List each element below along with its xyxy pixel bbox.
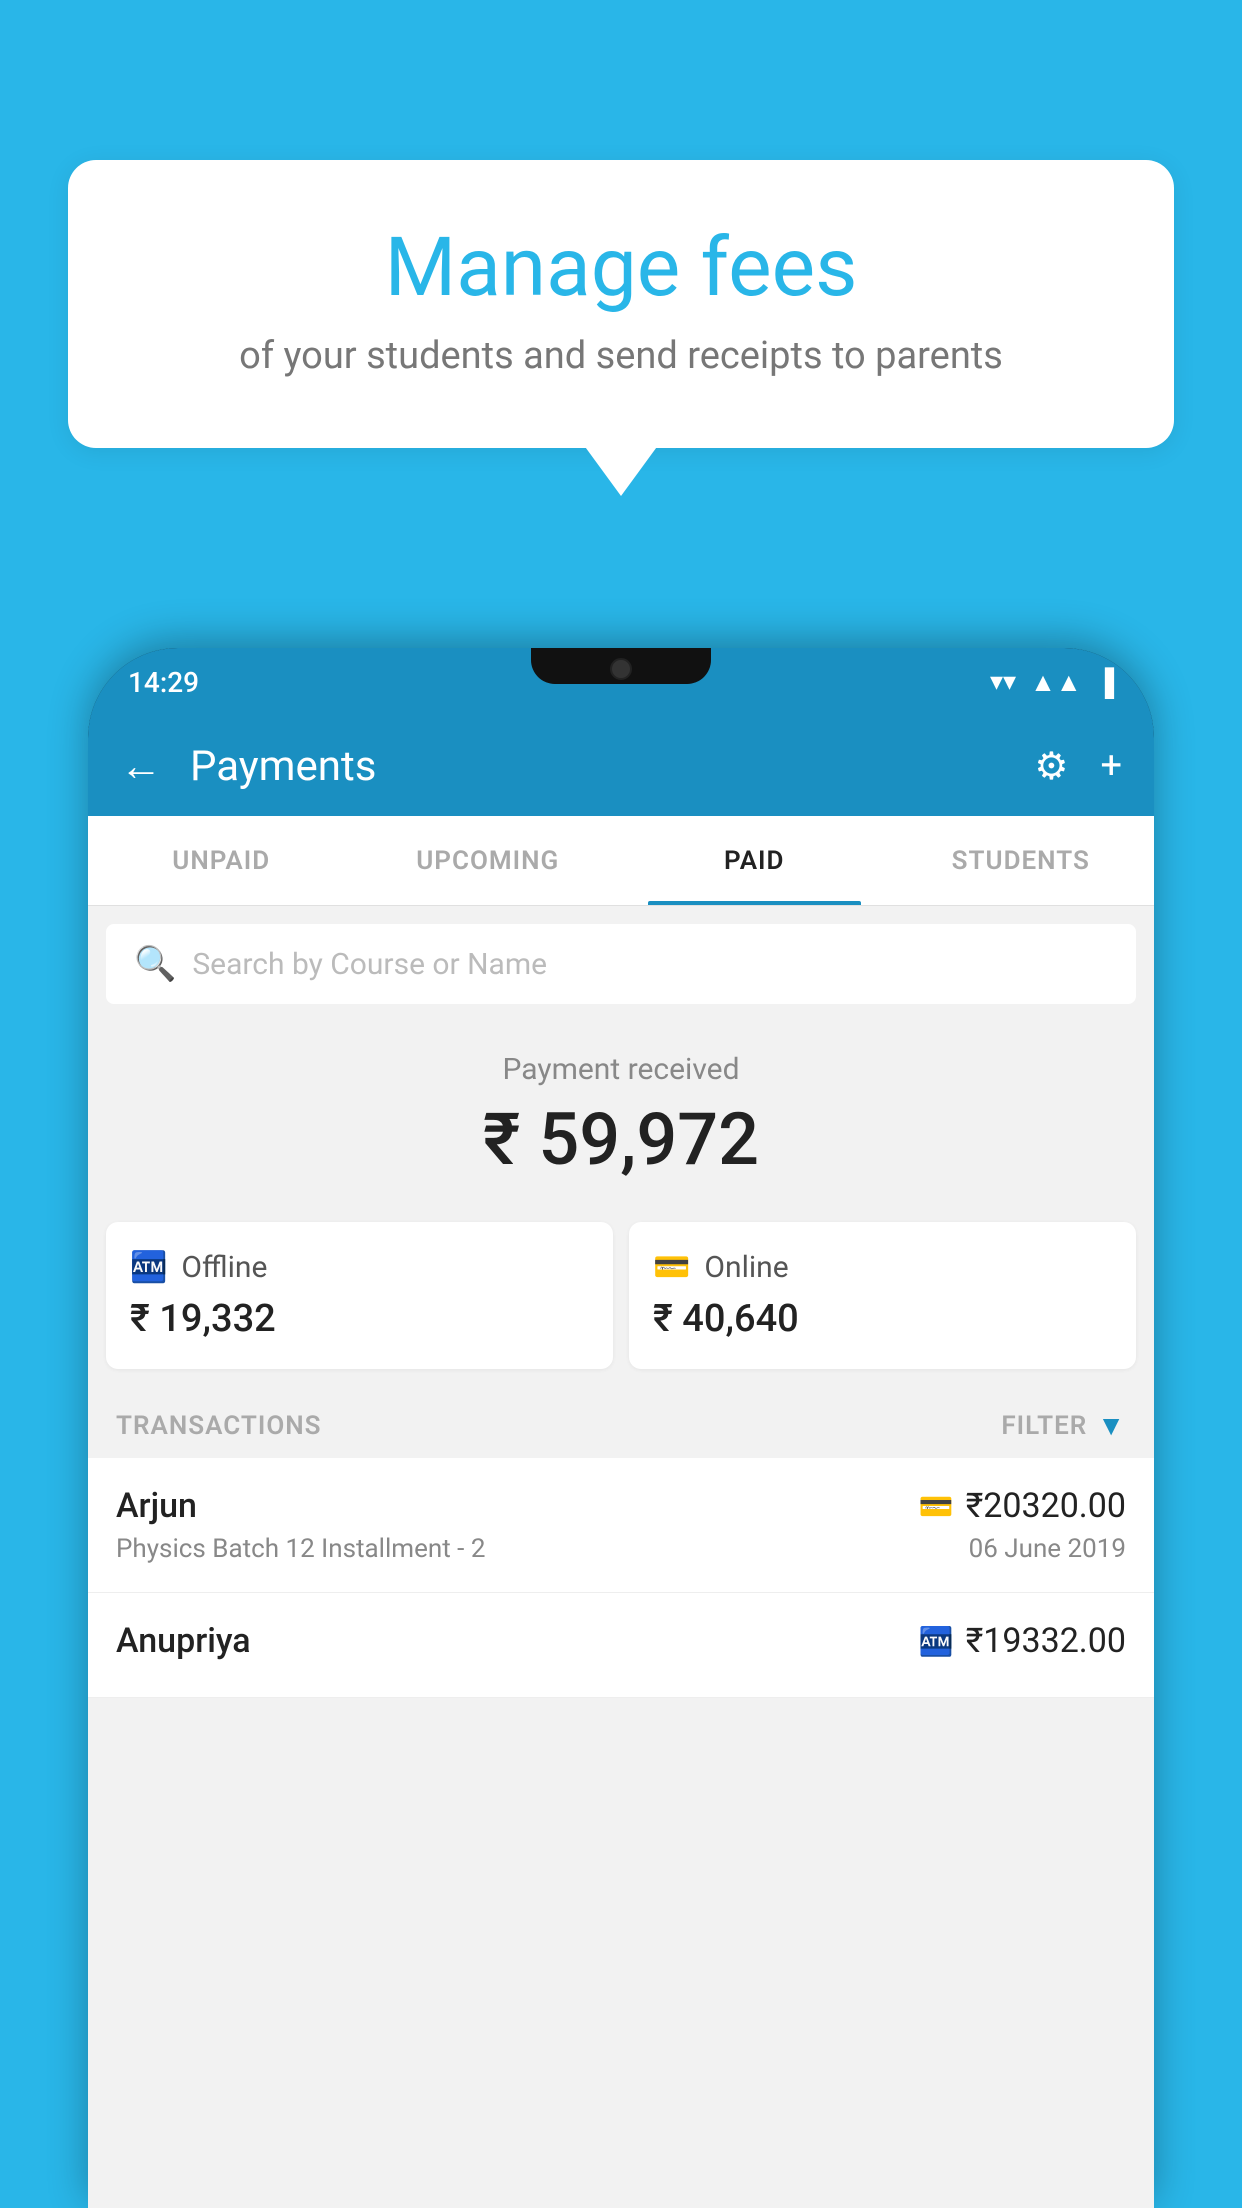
filter-label: FILTER: [1001, 1411, 1087, 1441]
camera: [610, 658, 632, 680]
transactions-label: TRANSACTIONS: [116, 1411, 322, 1441]
search-icon: 🔍: [134, 944, 176, 984]
payment-received-label: Payment received: [88, 1052, 1154, 1087]
filter-button[interactable]: FILTER ▼: [1001, 1409, 1126, 1442]
online-icon: 💳: [653, 1250, 690, 1285]
table-row[interactable]: Anupriya 🏧 ₹19332.00: [88, 1593, 1154, 1698]
online-card: 💳 Online ₹ 40,640: [629, 1222, 1136, 1369]
back-button[interactable]: ←: [120, 742, 162, 791]
transaction-amount-wrap: 🏧 ₹19332.00: [919, 1621, 1126, 1661]
battery-icon: ▐: [1096, 667, 1114, 698]
app-bar: ← Payments ⚙ +: [88, 716, 1154, 816]
signal-icon: ▲▲: [1030, 667, 1081, 698]
transaction-description: Physics Batch 12 Installment - 2: [116, 1534, 485, 1564]
status-icons: ▾▾ ▲▲ ▐: [990, 667, 1114, 698]
tab-unpaid[interactable]: UNPAID: [88, 816, 355, 905]
page-title: Payments: [190, 742, 1034, 791]
gear-icon[interactable]: ⚙: [1034, 744, 1068, 789]
tab-students[interactable]: STUDENTS: [888, 816, 1155, 905]
search-bar[interactable]: 🔍 Search by Course or Name: [106, 924, 1136, 1004]
offline-icon: 🏧: [130, 1250, 167, 1285]
payment-cards: 🏧 Offline ₹ 19,332 💳 Online ₹ 40,640: [88, 1222, 1154, 1393]
manage-fees-title: Manage fees: [118, 220, 1124, 316]
payment-received: Payment received ₹ 59,972: [88, 1022, 1154, 1206]
wifi-icon: ▾▾: [990, 667, 1016, 697]
table-row[interactable]: Arjun 💳 ₹20320.00 Physics Batch 12 Insta…: [88, 1458, 1154, 1593]
tabs: UNPAID UPCOMING PAID STUDENTS: [88, 816, 1154, 906]
app-bar-actions: ⚙ +: [1034, 744, 1122, 789]
transaction-amount: ₹20320.00: [966, 1486, 1126, 1526]
transaction-date: 06 June 2019: [969, 1534, 1126, 1564]
transaction-amount: ₹19332.00: [966, 1621, 1126, 1661]
manage-fees-subtitle: of your students and send receipts to pa…: [118, 334, 1124, 378]
transaction-name: Arjun: [116, 1486, 197, 1526]
credit-card-icon: 💳: [919, 1490, 954, 1523]
transaction-name: Anupriya: [116, 1621, 251, 1661]
add-icon[interactable]: +: [1100, 744, 1122, 788]
transactions-header: TRANSACTIONS FILTER ▼: [88, 1393, 1154, 1458]
total-payment-amount: ₹ 59,972: [88, 1097, 1154, 1182]
tab-paid[interactable]: PAID: [621, 816, 888, 905]
speech-bubble: Manage fees of your students and send re…: [68, 160, 1174, 448]
offline-amount: ₹ 19,332: [130, 1297, 589, 1341]
status-time: 14:29: [128, 666, 199, 699]
online-amount: ₹ 40,640: [653, 1297, 1112, 1341]
notch: [531, 648, 711, 684]
tab-upcoming[interactable]: UPCOMING: [355, 816, 622, 905]
transaction-amount-wrap: 💳 ₹20320.00: [919, 1486, 1126, 1526]
offline-label: Offline: [181, 1250, 267, 1285]
screen-content: UNPAID UPCOMING PAID STUDENTS 🔍 Search b…: [88, 816, 1154, 2208]
online-label: Online: [704, 1250, 788, 1285]
offline-card: 🏧 Offline ₹ 19,332: [106, 1222, 613, 1369]
search-placeholder: Search by Course or Name: [192, 947, 547, 982]
filter-icon: ▼: [1097, 1409, 1126, 1442]
phone-frame: 14:29 ▾▾ ▲▲ ▐ ← Payments ⚙ + UNPAID UPCO…: [88, 648, 1154, 2208]
cash-icon: 🏧: [919, 1625, 954, 1658]
